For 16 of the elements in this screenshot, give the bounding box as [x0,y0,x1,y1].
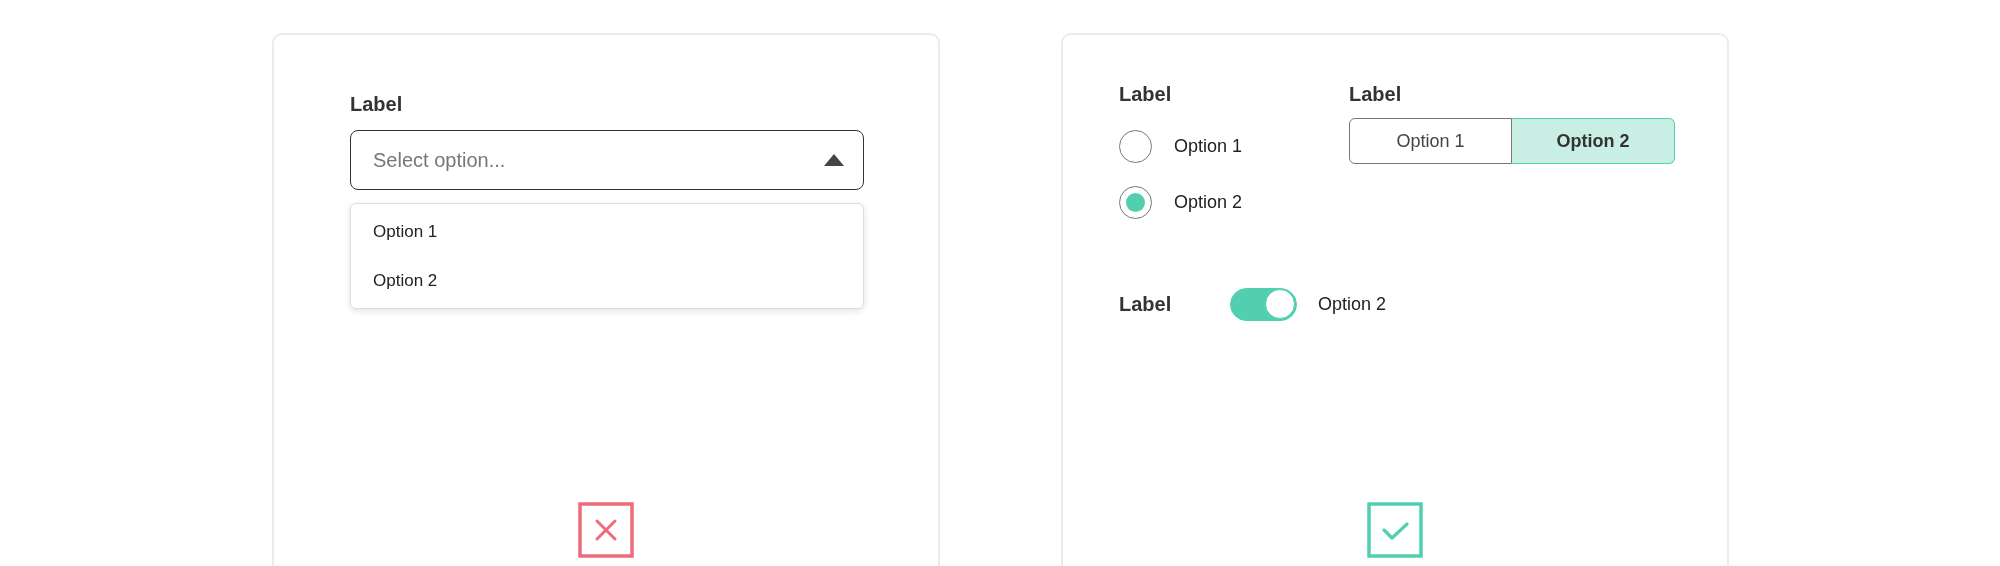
radio-label: Option 2 [1174,191,1243,213]
dropdown-option[interactable]: Option 2 [351,256,863,305]
group-label: Label [1119,83,1173,106]
radio-label: Option 1 [1174,135,1243,157]
caret-icon [824,154,844,166]
select-field[interactable]: Select option... [350,130,864,190]
toggle-text: Option 2 [1318,294,1387,315]
field-label: Label [350,93,403,115]
dropdown-option[interactable]: Option 1 [351,207,863,256]
check-icon [1367,502,1423,558]
segment-button[interactable]: Option 2 [1512,118,1675,164]
toggle-switch[interactable] [1230,288,1297,321]
segment-button[interactable]: Option 1 [1349,118,1512,164]
cross-icon [578,502,634,558]
toggle-label: Label [1119,293,1173,316]
group-label: Label [1349,83,1402,105]
